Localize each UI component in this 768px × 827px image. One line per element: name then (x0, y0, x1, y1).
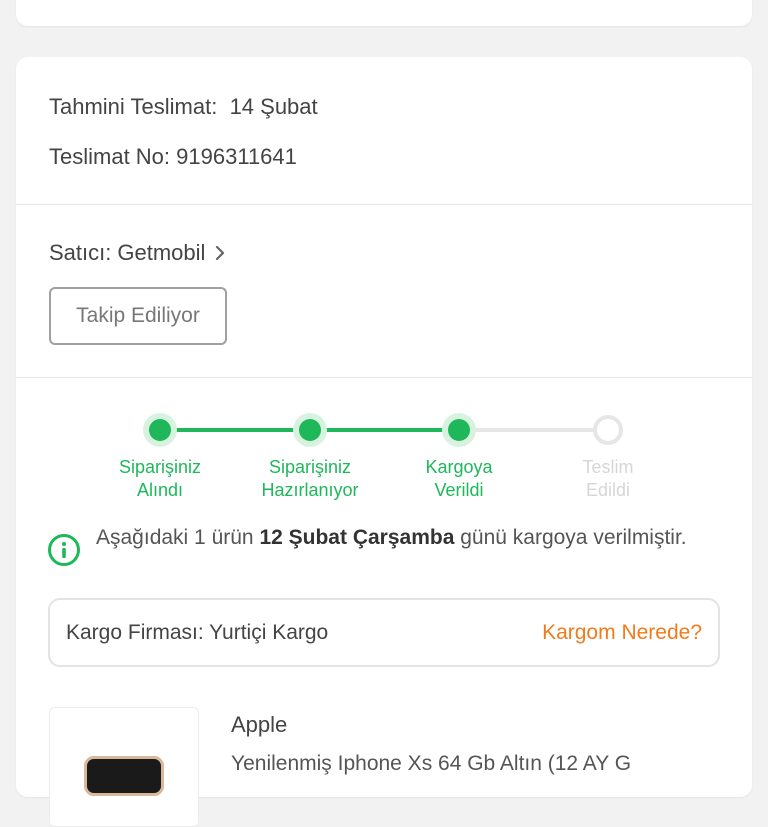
delivery-number-value: 9196311641 (176, 144, 297, 169)
info-icon (48, 534, 80, 566)
delivery-number: Teslimat No: 9196311641 (49, 144, 297, 170)
delivery-number-label: Teslimat No: (49, 144, 171, 169)
step-3-node (442, 413, 476, 447)
divider (16, 204, 752, 205)
step-2-node (293, 413, 327, 447)
cargo-company: Kargo Firması: Yurtiçi Kargo (66, 621, 329, 644)
product-brand: Apple (231, 712, 288, 737)
previous-card (16, 0, 752, 26)
divider (16, 377, 752, 378)
step-1-node (143, 413, 177, 447)
seller-link[interactable]: Satıcı: Getmobil (49, 240, 229, 266)
progress-track-1 (160, 428, 310, 432)
estimated-delivery-label: Tahmini Teslimat: (49, 94, 218, 119)
info-message: Aşağıdaki 1 ürün 12 Şubat Çarşamba günü … (96, 526, 687, 549)
estimated-delivery: Tahmini Teslimat: 14 Şubat (49, 94, 318, 120)
product-image[interactable] (49, 707, 199, 827)
chevron-right-icon (216, 245, 225, 261)
estimated-delivery-value: 14 Şubat (229, 94, 318, 119)
step-3-label: Kargoya Verildi (425, 457, 493, 500)
seller-name: Getmobil (117, 240, 206, 265)
progress-track-3 (459, 428, 608, 432)
step-4-label: Teslim Edildi (582, 457, 634, 500)
follow-button[interactable]: Takip Ediliyor (49, 287, 227, 345)
step-1-label: Siparişiniz Alındı (118, 457, 202, 500)
phone-image (84, 756, 164, 796)
step-2-label: Siparişiniz Hazırlanıyor (261, 457, 359, 500)
track-shipment-link[interactable]: Kargom Nerede? (542, 621, 702, 645)
shipment-card: Tahmini Teslimat: 14 Şubat Teslimat No: … (16, 57, 752, 827)
product-name[interactable]: Yenilenmiş Iphone Xs 64 Gb Altın (12 AY … (231, 752, 731, 776)
step-4-node (591, 413, 625, 447)
cargo-info-box: Kargo Firması: Yurtiçi Kargo Kargom Nere… (48, 598, 720, 667)
progress-track-2 (310, 428, 459, 432)
seller-label: Satıcı: (49, 240, 112, 265)
